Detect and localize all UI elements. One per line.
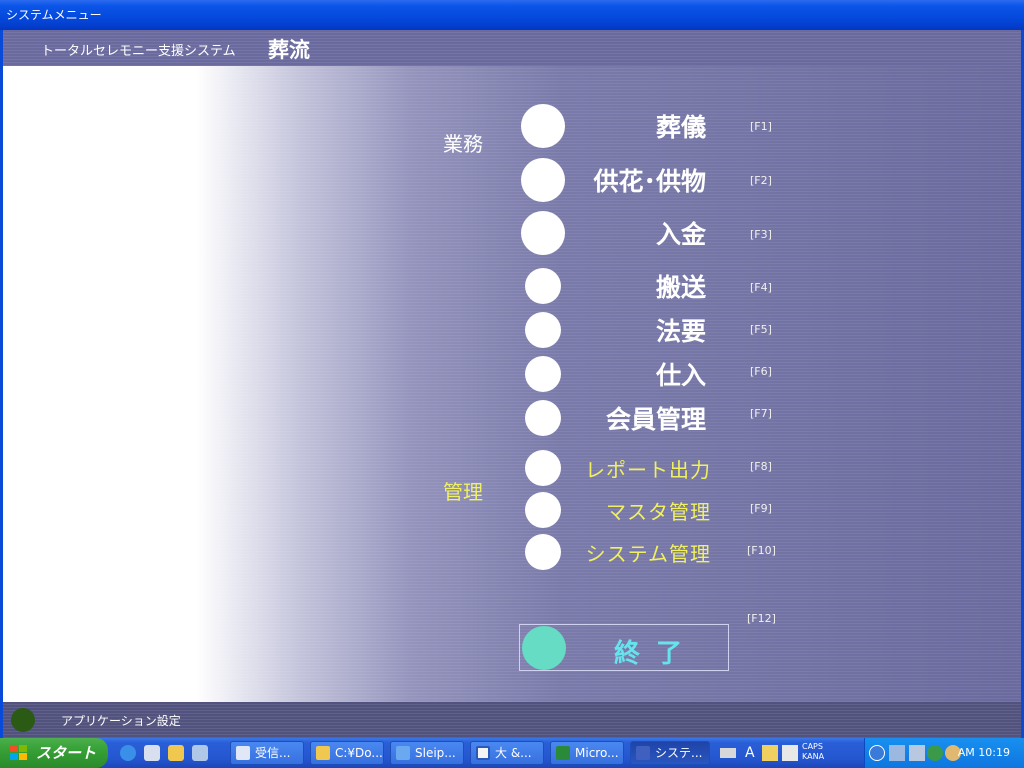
task-excel[interactable]: Micro... (550, 741, 624, 765)
funeral-button[interactable]: 葬儀 (656, 108, 706, 144)
report-button-icon[interactable] (525, 450, 561, 486)
window-title: システムメニュー (6, 8, 102, 22)
app-s-icon (636, 746, 650, 760)
group-label-admin: 管理 (443, 480, 483, 504)
transport-key-hint: [F4] (750, 281, 772, 294)
payment-key-hint: [F3] (750, 228, 772, 241)
footer-bar: アプリケーション設定 (3, 702, 1021, 738)
exit-key-hint: [F12] (747, 612, 776, 625)
system-tray: AM 10:19 (864, 738, 1024, 768)
app-window: トータルセレモニー支援システム 葬流 業務 管理 葬儀 [F1] 供花･供物 [… (0, 30, 1024, 738)
folder-icon[interactable] (168, 745, 184, 761)
windows-flag-icon (10, 745, 28, 761)
taskbar: スタート 受信... C:¥Do... Sleip... 大 &... Micr… (0, 738, 1024, 768)
system-key-hint: [F10] (747, 544, 776, 557)
offerings-key-hint: [F2] (750, 174, 772, 187)
desktop-icon[interactable] (192, 745, 208, 761)
funeral-button-icon[interactable] (521, 104, 565, 148)
app-settings-link[interactable]: アプリケーション設定 (61, 712, 181, 729)
browser-icon (396, 746, 410, 760)
members-button-icon[interactable] (525, 400, 561, 436)
word-icon (476, 746, 490, 760)
payment-button-icon[interactable] (521, 211, 565, 255)
payment-button[interactable]: 入金 (656, 215, 706, 251)
task-explorer-label: C:¥Do... (335, 746, 383, 760)
offerings-button-icon[interactable] (521, 158, 565, 202)
transport-button-icon[interactable] (525, 268, 561, 304)
window-titlebar: システムメニュー (0, 0, 1024, 30)
app-header: トータルセレモニー支援システム 葬流 (3, 30, 1021, 66)
task-word[interactable]: 大 &... (470, 741, 544, 765)
task-explorer[interactable]: C:¥Do... (310, 741, 384, 765)
task-system-menu[interactable]: システ... (630, 741, 710, 765)
group-label-work: 業務 (443, 132, 483, 156)
task-system-menu-label: システ... (655, 746, 703, 760)
task-sleipnir-label: Sleip... (415, 746, 456, 760)
purchasing-button-icon[interactable] (525, 356, 561, 392)
app-name: 葬流 (268, 38, 310, 62)
master-button-icon[interactable] (525, 492, 561, 528)
ime-tool-icon[interactable] (782, 745, 798, 761)
exit-button[interactable]: 終了 (519, 624, 729, 671)
mail-icon (236, 746, 250, 760)
purchasing-key-hint: [F6] (750, 365, 772, 378)
outlook-express-icon[interactable] (144, 745, 160, 761)
app-subtitle: トータルセレモニー支援システム (41, 44, 236, 59)
task-mail[interactable]: 受信... (230, 741, 304, 765)
master-button[interactable]: マスタ管理 (606, 496, 711, 525)
kana-indicator: KANA (802, 752, 825, 761)
system-button[interactable]: システム管理 (586, 538, 711, 567)
task-word-label: 大 &... (495, 746, 532, 760)
expand-tray-icon[interactable] (869, 745, 885, 761)
internet-explorer-icon[interactable] (120, 745, 136, 761)
transport-button[interactable]: 搬送 (656, 268, 706, 304)
exit-label: 終了 (614, 639, 699, 669)
start-button[interactable]: スタート (0, 738, 108, 768)
settings-dot-icon[interactable] (11, 708, 35, 732)
folder-icon (316, 746, 330, 760)
purchasing-button[interactable]: 仕入 (656, 356, 706, 392)
clock: AM 10:19 (957, 746, 1010, 759)
memorial-button[interactable]: 法要 (656, 312, 706, 348)
task-excel-label: Micro... (575, 746, 619, 760)
memorial-button-icon[interactable] (525, 312, 561, 348)
excel-icon (556, 746, 570, 760)
members-button[interactable]: 会員管理 (606, 400, 706, 436)
ime-status: CAPS KANA (802, 742, 824, 762)
network-icon[interactable] (889, 745, 905, 761)
ime-dictionary-icon[interactable] (762, 745, 778, 761)
members-key-hint: [F7] (750, 407, 772, 420)
globe-icon[interactable] (927, 745, 943, 761)
menu-panel: 業務 管理 葬儀 [F1] 供花･供物 [F2] 入金 [F3] 搬送 [F4]… (3, 66, 1021, 702)
exit-circle-icon (522, 626, 566, 670)
task-mail-label: 受信... (255, 746, 291, 760)
funeral-key-hint: [F1] (750, 120, 772, 133)
task-sleipnir[interactable]: Sleip... (390, 741, 464, 765)
system-button-icon[interactable] (525, 534, 561, 570)
master-key-hint: [F9] (750, 502, 772, 515)
ime-mode-icon[interactable]: A (745, 745, 761, 761)
memorial-key-hint: [F5] (750, 323, 772, 336)
keyboard-icon[interactable] (720, 748, 736, 758)
report-key-hint: [F8] (750, 460, 772, 473)
offerings-button[interactable]: 供花･供物 (593, 162, 706, 198)
report-button[interactable]: レポート出力 (585, 454, 711, 483)
caps-indicator: CAPS (802, 742, 823, 751)
start-label: スタート (36, 744, 97, 762)
display-icon[interactable] (909, 745, 925, 761)
